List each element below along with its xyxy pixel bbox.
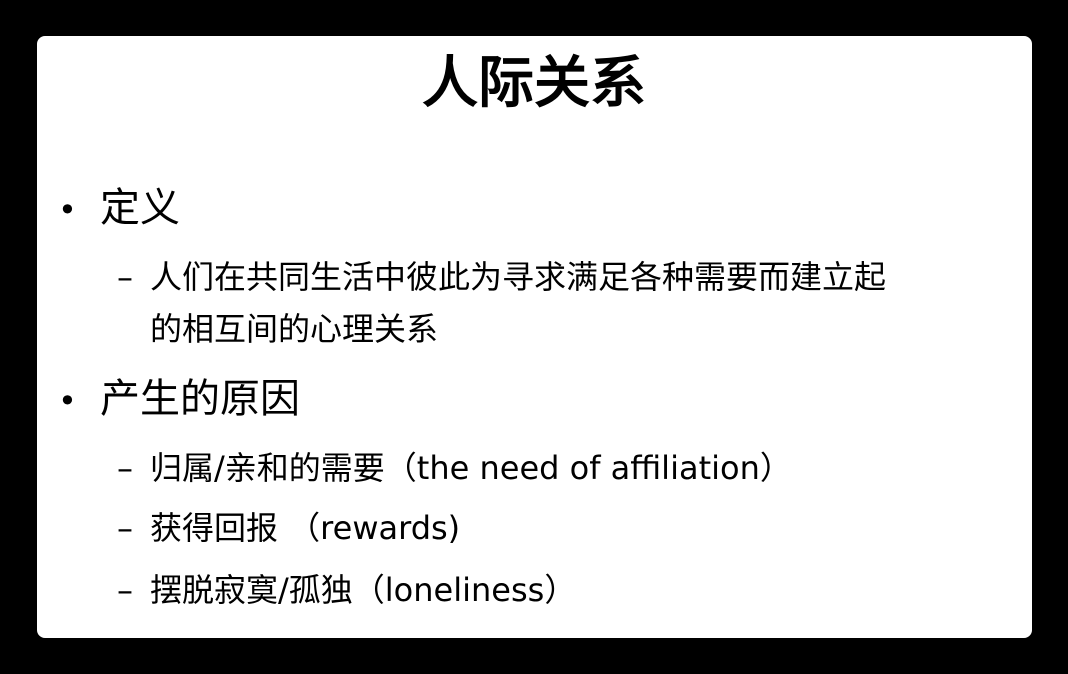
bullet-definition: • — [58, 191, 77, 229]
cause-affiliation: 归属/亲和的需要（the need of affiliation） — [150, 449, 792, 487]
cause-rewards: 获得回报 （rewards) — [150, 509, 461, 547]
definition-text-line-1: 人们在共同生活中彼此为寻求满足各种需要而建立起 — [150, 258, 887, 296]
bullet-causes: • — [58, 382, 77, 420]
dash-cause-loneliness: – — [117, 571, 133, 609]
dash-cause-rewards: – — [117, 509, 133, 547]
heading-definition: 定义 — [100, 185, 180, 231]
slide-title: 人际关系 — [422, 51, 646, 116]
dash-cause-affiliation: – — [117, 449, 133, 487]
dash-definition-text: – — [117, 258, 133, 296]
definition-text-line-2: 的相互间的心理关系 — [150, 310, 439, 348]
cause-loneliness: 摆脱寂寞/孤独（loneliness） — [150, 571, 577, 609]
heading-causes: 产生的原因 — [100, 376, 300, 422]
